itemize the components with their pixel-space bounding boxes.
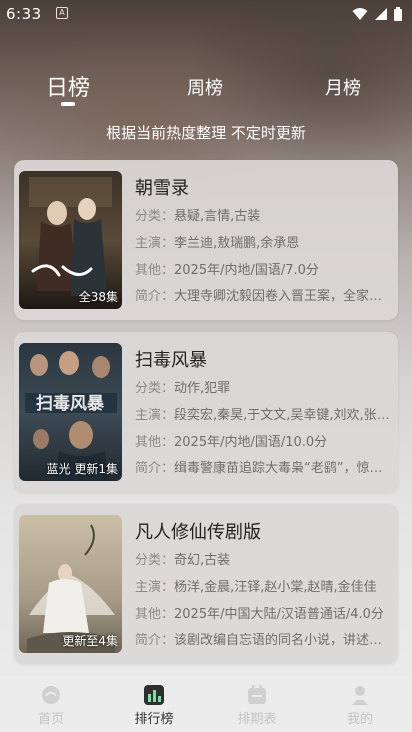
drama-title[interactable]: 扫毒风暴 [135, 346, 207, 372]
wifi-icon [352, 8, 368, 20]
genre-row: 分类：悬疑,言情,古装 [135, 209, 261, 224]
tab-indicator [61, 102, 75, 106]
episode-badge: 更新至4集 [62, 634, 118, 648]
tab-weekly[interactable]: 周榜 [187, 74, 223, 100]
drama-card[interactable]: 全38集 朝雪录 分类：悬疑,言情,古装 主演：李兰迪,敖瑞鹏,余承恩 其他：2… [14, 160, 398, 320]
cast-row: 主演：李兰迪,敖瑞鹏,余承恩 [135, 236, 300, 251]
home-icon [42, 686, 60, 704]
nav-home[interactable]: 首页 [16, 684, 86, 727]
nav-ranking[interactable]: 排行榜 [119, 684, 189, 727]
synopsis-row: 简介：缉毒警康苗追踪大毒枭“老鹞”，惊心动魄 [135, 461, 393, 476]
drama-title[interactable]: 凡人修仙传剧版 [135, 518, 261, 544]
episode-badge: 全38集 [78, 290, 118, 304]
signal-icon [375, 8, 387, 20]
status-bar: 6:33 A [0, 0, 412, 30]
ranking-tabs: 日榜 周榜 月榜 [0, 68, 412, 108]
other-row: 其他：2025年/内地/国语/10.0分 [135, 435, 328, 450]
status-icons [352, 7, 402, 21]
battery-icon [394, 7, 402, 21]
drama-title[interactable]: 朝雪录 [135, 174, 189, 200]
episode-badge: 蓝光 更新1集 [46, 462, 118, 476]
cast-row: 主演：段奕宏,秦昊,于文文,吴幸键,刘欢,张颂文 [135, 408, 393, 423]
calendar-icon [248, 685, 266, 704]
cast-row: 主演：杨洋,金晨,汪铎,赵小棠,赵晴,金佳佳 [135, 580, 377, 595]
tab-monthly[interactable]: 月榜 [325, 74, 361, 100]
nav-schedule[interactable]: 排期表 [222, 684, 292, 727]
bottom-nav: 首页 排行榜 排期表 我的 [0, 676, 412, 732]
poster-image[interactable]: 全38集 [19, 171, 122, 309]
synopsis-row: 简介：大理寺卿沈毅因卷入晋王案，全家被害 [135, 289, 393, 304]
genre-row: 分类：动作,犯罪 [135, 381, 231, 396]
drama-card[interactable]: 更新至4集 凡人修仙传剧版 分类：奇幻,古装 主演：杨洋,金晨,汪铎,赵小棠,赵… [14, 504, 398, 664]
ranking-subtitle: 根据当前热度整理 不定时更新 [106, 124, 306, 142]
ranking-icon [144, 685, 164, 705]
drama-card[interactable]: 扫毒风暴 蓝光 更新1集 扫毒风暴 分类：动作,犯罪 主演：段奕宏,秦昊,于文文… [14, 332, 398, 492]
status-time: 6:33 [6, 5, 42, 23]
poster-image[interactable]: 扫毒风暴 蓝光 更新1集 [19, 343, 122, 481]
nav-profile[interactable]: 我的 [325, 684, 395, 727]
tab-daily[interactable]: 日榜 [46, 70, 90, 102]
synopsis-row: 简介：该剧改编自忘语的同名小说，讲述了韩立 [135, 633, 393, 648]
other-row: 其他：2025年/中国大陆/汉语普通话/4.0分 [135, 607, 384, 622]
notification-icon: A [56, 7, 68, 19]
other-row: 其他：2025年/内地/国语/7.0分 [135, 263, 319, 278]
genre-row: 分类：奇幻,古装 [135, 553, 231, 568]
poster-image[interactable]: 更新至4集 [19, 515, 122, 653]
profile-icon [352, 686, 368, 705]
svg-text:扫毒风暴: 扫毒风暴 [36, 393, 105, 414]
